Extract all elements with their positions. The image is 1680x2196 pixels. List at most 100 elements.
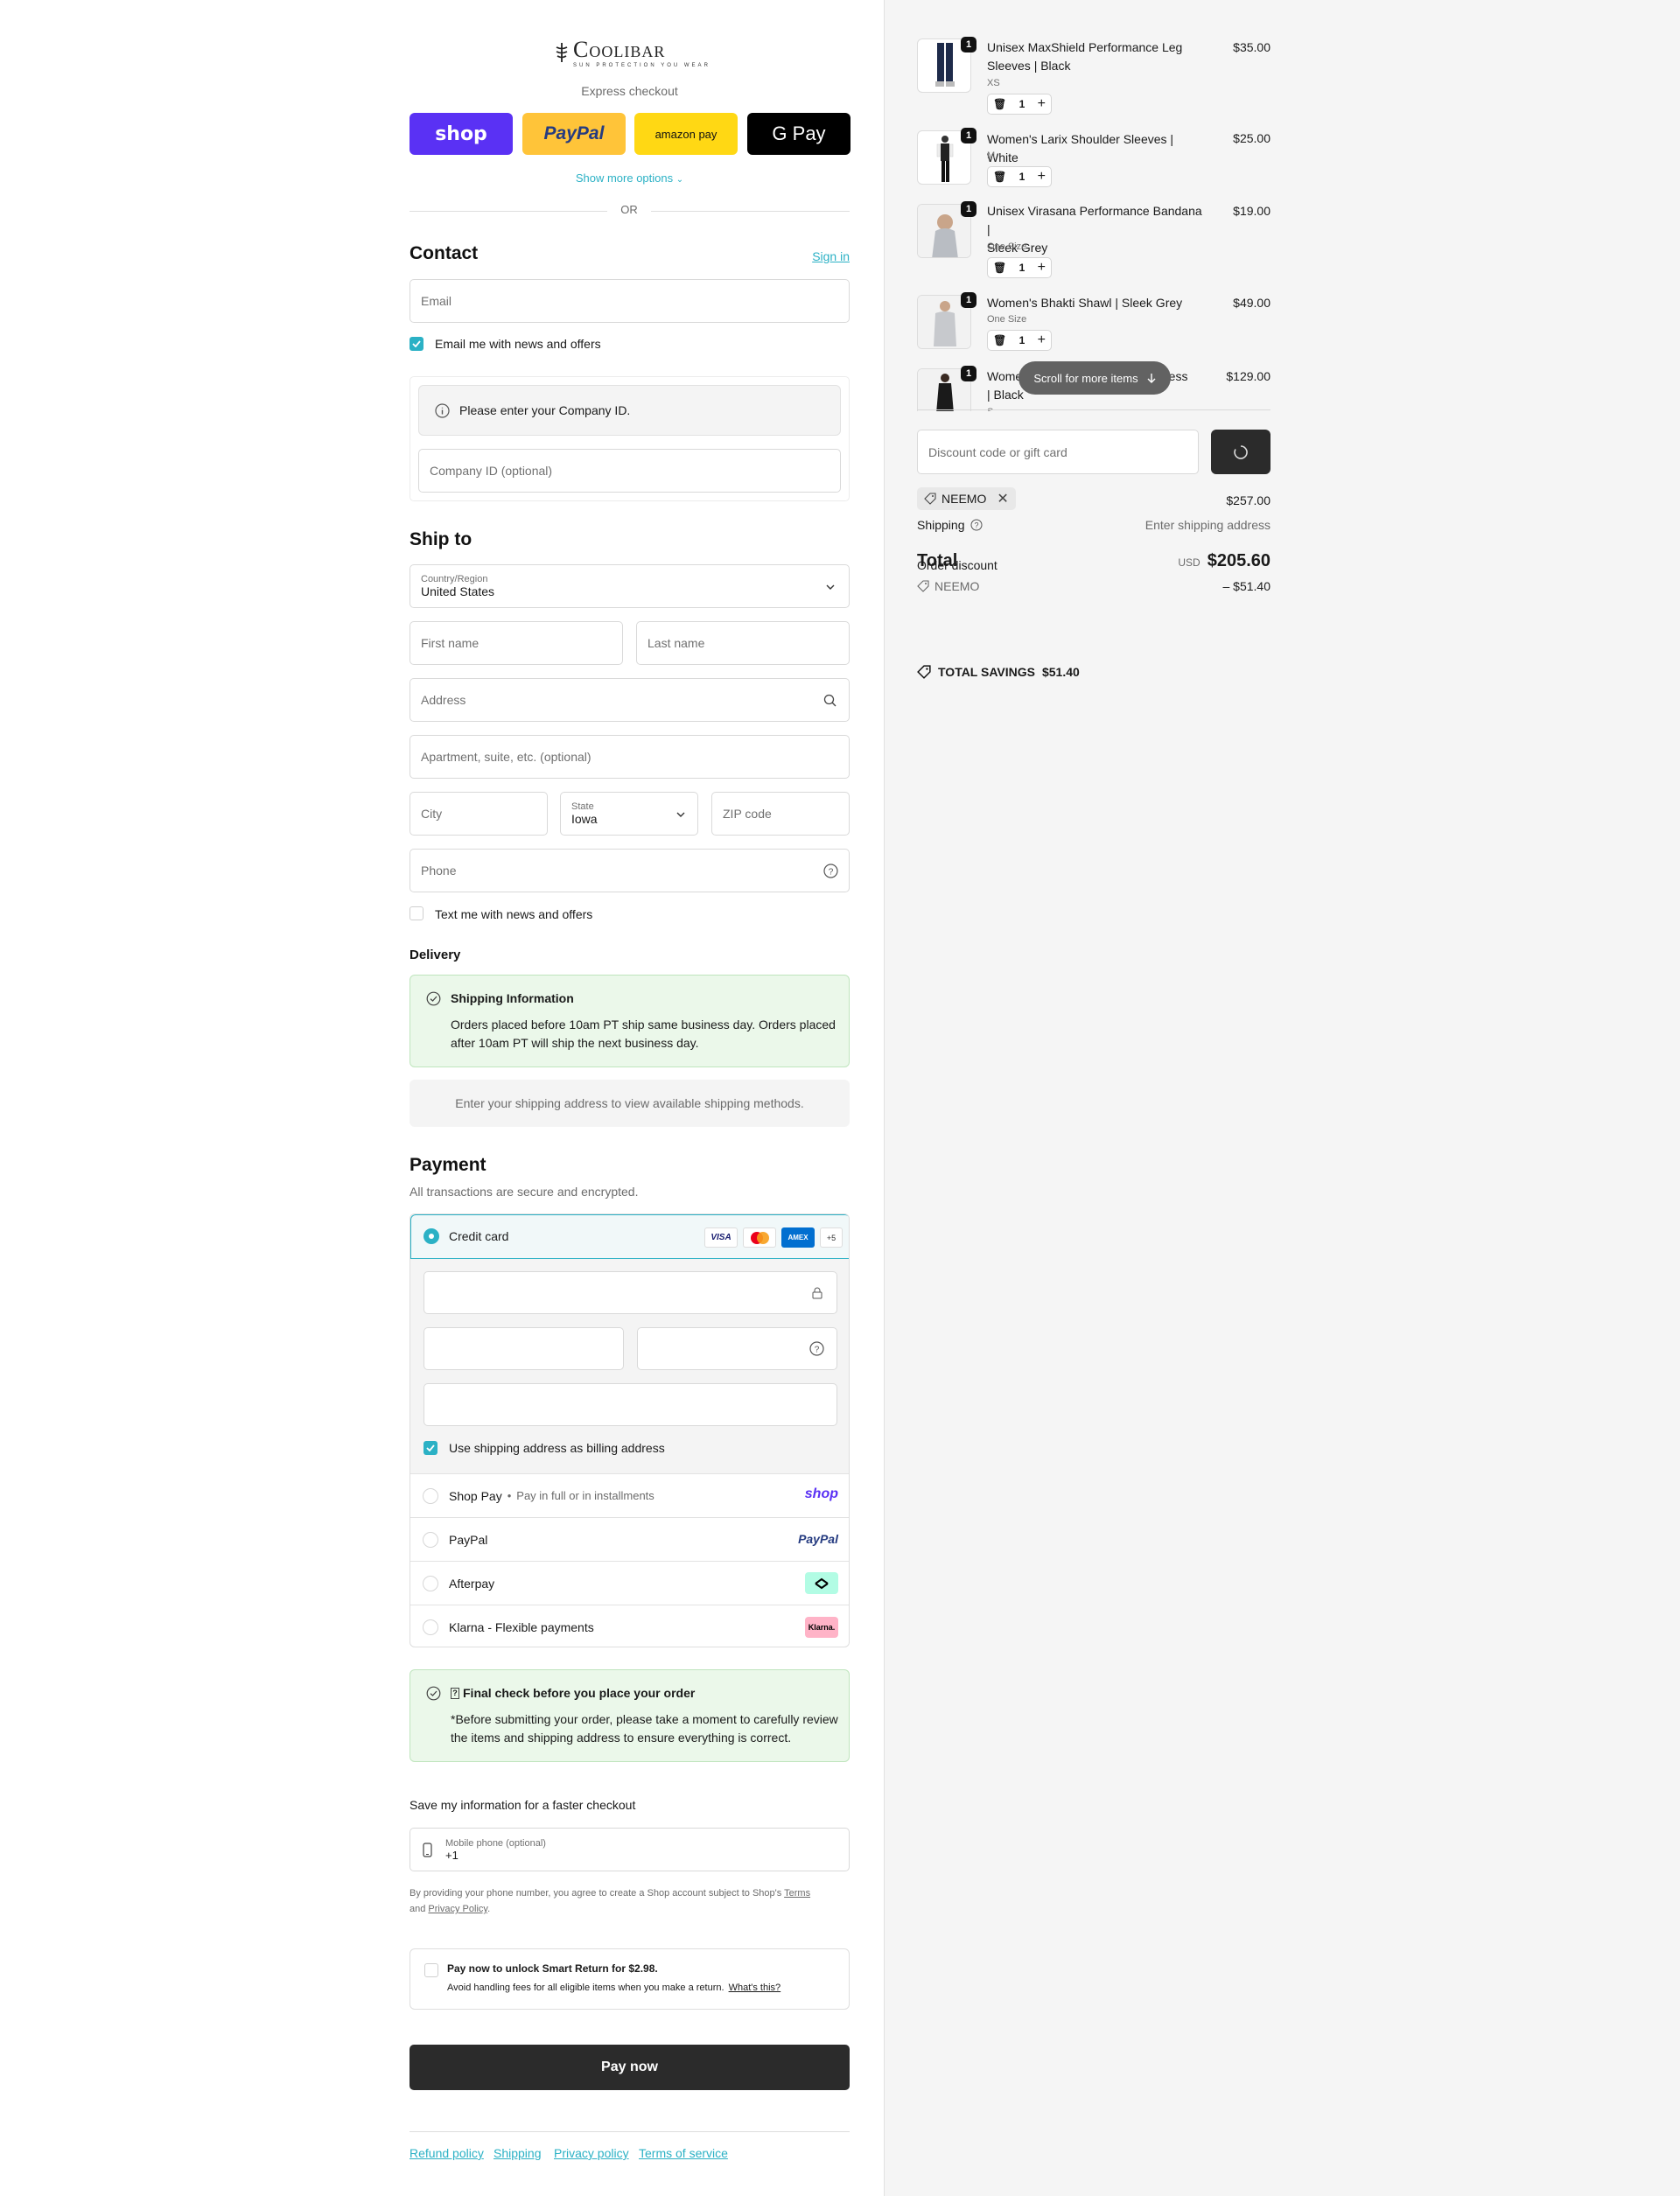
tag-icon — [917, 665, 931, 679]
payment-subtitle: All transactions are secure and encrypte… — [410, 1185, 639, 1199]
trash-icon[interactable]: 🗑 — [993, 171, 1006, 183]
trash-icon[interactable]: 🗑 — [993, 262, 1006, 274]
plus-icon[interactable]: + — [1038, 96, 1046, 112]
mobile-phone-field[interactable]: Mobile phone (optional) +1 — [410, 1828, 850, 1871]
privacy-policy-footer-link[interactable]: Privacy policy — [554, 2146, 629, 2160]
email-field[interactable]: Email — [410, 279, 850, 323]
shipping-methods-placeholder: Enter your shipping address to view avai… — [410, 1080, 850, 1127]
paypal-express-button[interactable]: PayPal — [522, 113, 626, 155]
cart-item-name-line: Wome — [987, 369, 1023, 383]
pay-now-button[interactable]: Pay now — [410, 2045, 850, 2090]
paypal-logo: PayPal — [798, 1532, 838, 1546]
plus-icon[interactable]: + — [1038, 332, 1046, 348]
mobile-phone-label: Mobile phone (optional) — [445, 1837, 546, 1849]
apply-discount-button[interactable] — [1211, 430, 1270, 474]
search-icon — [823, 694, 836, 707]
klarna-radio[interactable] — [423, 1619, 438, 1635]
discount-code-field[interactable]: Discount code or gift card — [917, 430, 1199, 474]
payment-heading: Payment — [410, 1155, 486, 1175]
terms-of-service-link[interactable]: Terms of service — [639, 2146, 728, 2160]
paypal-radio[interactable] — [423, 1531, 438, 1548]
help-icon[interactable]: ? — [809, 1341, 824, 1356]
state-select[interactable]: State Iowa — [560, 792, 698, 836]
billing-same-checkbox[interactable] — [424, 1441, 438, 1455]
svg-text:?: ? — [974, 521, 978, 529]
quantity-stepper[interactable]: 🗑 1 + — [987, 94, 1052, 115]
text-news-checkbox[interactable] — [410, 906, 424, 920]
zip-field[interactable]: ZIP code — [711, 792, 850, 836]
cart-item-price: $49.00 — [1233, 296, 1270, 310]
discount-value: – $51.40 — [1222, 579, 1271, 593]
help-icon[interactable]: ? — [970, 519, 983, 531]
paypal-label: PayPal — [543, 123, 605, 143]
terms-link[interactable]: Terms — [784, 1888, 810, 1899]
shop-pay-express-button[interactable]: shop — [410, 113, 513, 155]
shipping-row: Shipping ? — [917, 518, 983, 532]
cart-item-name-line: Women's Larix Shoulder Sleeves | White — [987, 132, 1174, 164]
amazon-pay-express-button[interactable]: amazon pay — [634, 113, 738, 155]
security-code-field[interactable]: ? — [637, 1327, 837, 1370]
cart-item-name: Women's Bhakti Shawl | Sleek Grey — [987, 294, 1206, 312]
afterpay-radio[interactable] — [423, 1575, 438, 1591]
quantity-stepper[interactable]: 🗑 1 + — [987, 257, 1052, 278]
cart-item-variant: M — [987, 150, 996, 161]
credit-card-label: Credit card — [449, 1229, 509, 1243]
google-pay-express-button[interactable]: G Pay — [747, 113, 850, 155]
final-check-title: Final check before you place your order — [463, 1686, 696, 1700]
scroll-for-more-items-pill[interactable]: Scroll for more items — [1018, 361, 1171, 395]
afterpay-option[interactable]: Afterpay — [410, 1561, 849, 1605]
shop-pay-option-sub: Pay in full or in installments — [516, 1489, 654, 1502]
brand-logo[interactable]: Coolibar SUN PROTECTION YOU WEAR — [554, 37, 710, 68]
plus-icon[interactable]: + — [1038, 260, 1046, 276]
last-name-field[interactable]: Last name — [636, 621, 850, 665]
privacy-policy-link[interactable]: Privacy Policy — [428, 1904, 487, 1914]
help-icon[interactable]: ? — [823, 864, 838, 878]
shop-pay-option[interactable]: Shop Pay • Pay in full or in installment… — [410, 1473, 849, 1517]
smart-return-body-row: Avoid handling fees for all eligible ite… — [447, 1983, 780, 1993]
company-id-placeholder: Company ID (optional) — [430, 464, 553, 478]
paypal-option[interactable]: PayPal PayPal — [410, 1517, 849, 1561]
cart-item-name: Unisex MaxShield Performance Leg Sleeves… — [987, 38, 1206, 75]
city-field[interactable]: City — [410, 792, 548, 836]
total-savings-value: $51.40 — [1041, 665, 1080, 679]
phone-field[interactable]: Phone ? — [410, 849, 850, 892]
email-news-checkbox[interactable] — [410, 337, 424, 351]
shipping-policy-link[interactable]: Shipping — [494, 2146, 542, 2160]
quantity-stepper[interactable]: 🗑 1 + — [987, 166, 1052, 187]
brand-name: Coolibar — [573, 37, 666, 62]
credit-card-radio[interactable] — [424, 1228, 439, 1244]
name-on-card-field[interactable] — [424, 1383, 837, 1426]
apartment-field[interactable]: Apartment, suite, etc. (optional) — [410, 735, 850, 779]
show-more-options-link[interactable]: Show more options ⌄ — [410, 171, 850, 185]
email-news-label: Email me with news and offers — [435, 337, 601, 351]
quantity-stepper[interactable]: 🗑 1 + — [987, 330, 1052, 351]
klarna-option[interactable]: Klarna - Flexible payments Klarna. — [410, 1605, 849, 1647]
address-field[interactable]: Address — [410, 678, 850, 722]
plus-icon[interactable]: + — [1038, 169, 1046, 185]
remove-discount-icon[interactable]: ✕ — [997, 490, 1008, 507]
svg-text:?: ? — [829, 867, 834, 877]
scroll-hint-label: Scroll for more items — [1033, 371, 1138, 385]
company-notice-text: Please enter your Company ID. — [459, 403, 631, 417]
expiry-field[interactable] — [424, 1327, 624, 1370]
checkout-form: Coolibar SUN PROTECTION YOU WEAR Express… — [410, 0, 850, 2196]
refund-policy-link[interactable]: Refund policy — [410, 2146, 484, 2160]
country-select[interactable]: Country/Region United States — [410, 564, 850, 608]
checkmark-icon — [426, 1444, 435, 1451]
whats-this-link[interactable]: What's this? — [729, 1983, 781, 1993]
cart-item-price: $25.00 — [1233, 131, 1270, 145]
smart-return-checkbox[interactable] — [424, 1963, 438, 1977]
cart-item-price: $19.00 — [1233, 204, 1270, 218]
company-id-notice: Please enter your Company ID. — [418, 385, 841, 436]
trash-icon[interactable]: 🗑 — [993, 334, 1006, 346]
shop-pay-radio[interactable] — [423, 1487, 438, 1504]
first-name-field[interactable]: First name — [410, 621, 623, 665]
company-id-field[interactable]: Company ID (optional) — [418, 449, 841, 493]
trash-icon[interactable]: 🗑 — [993, 98, 1006, 110]
credit-card-option[interactable]: Credit card VISA AMEX +5 — [410, 1214, 849, 1259]
card-number-field[interactable] — [424, 1271, 837, 1314]
sign-in-link[interactable]: Sign in — [812, 249, 850, 263]
cart-item-qty-badge: 1 — [961, 37, 976, 52]
cart-item-name-line: Unisex MaxShield Performance Leg — [987, 40, 1183, 54]
total-savings-label: TOTAL SAVINGS — [938, 665, 1035, 679]
